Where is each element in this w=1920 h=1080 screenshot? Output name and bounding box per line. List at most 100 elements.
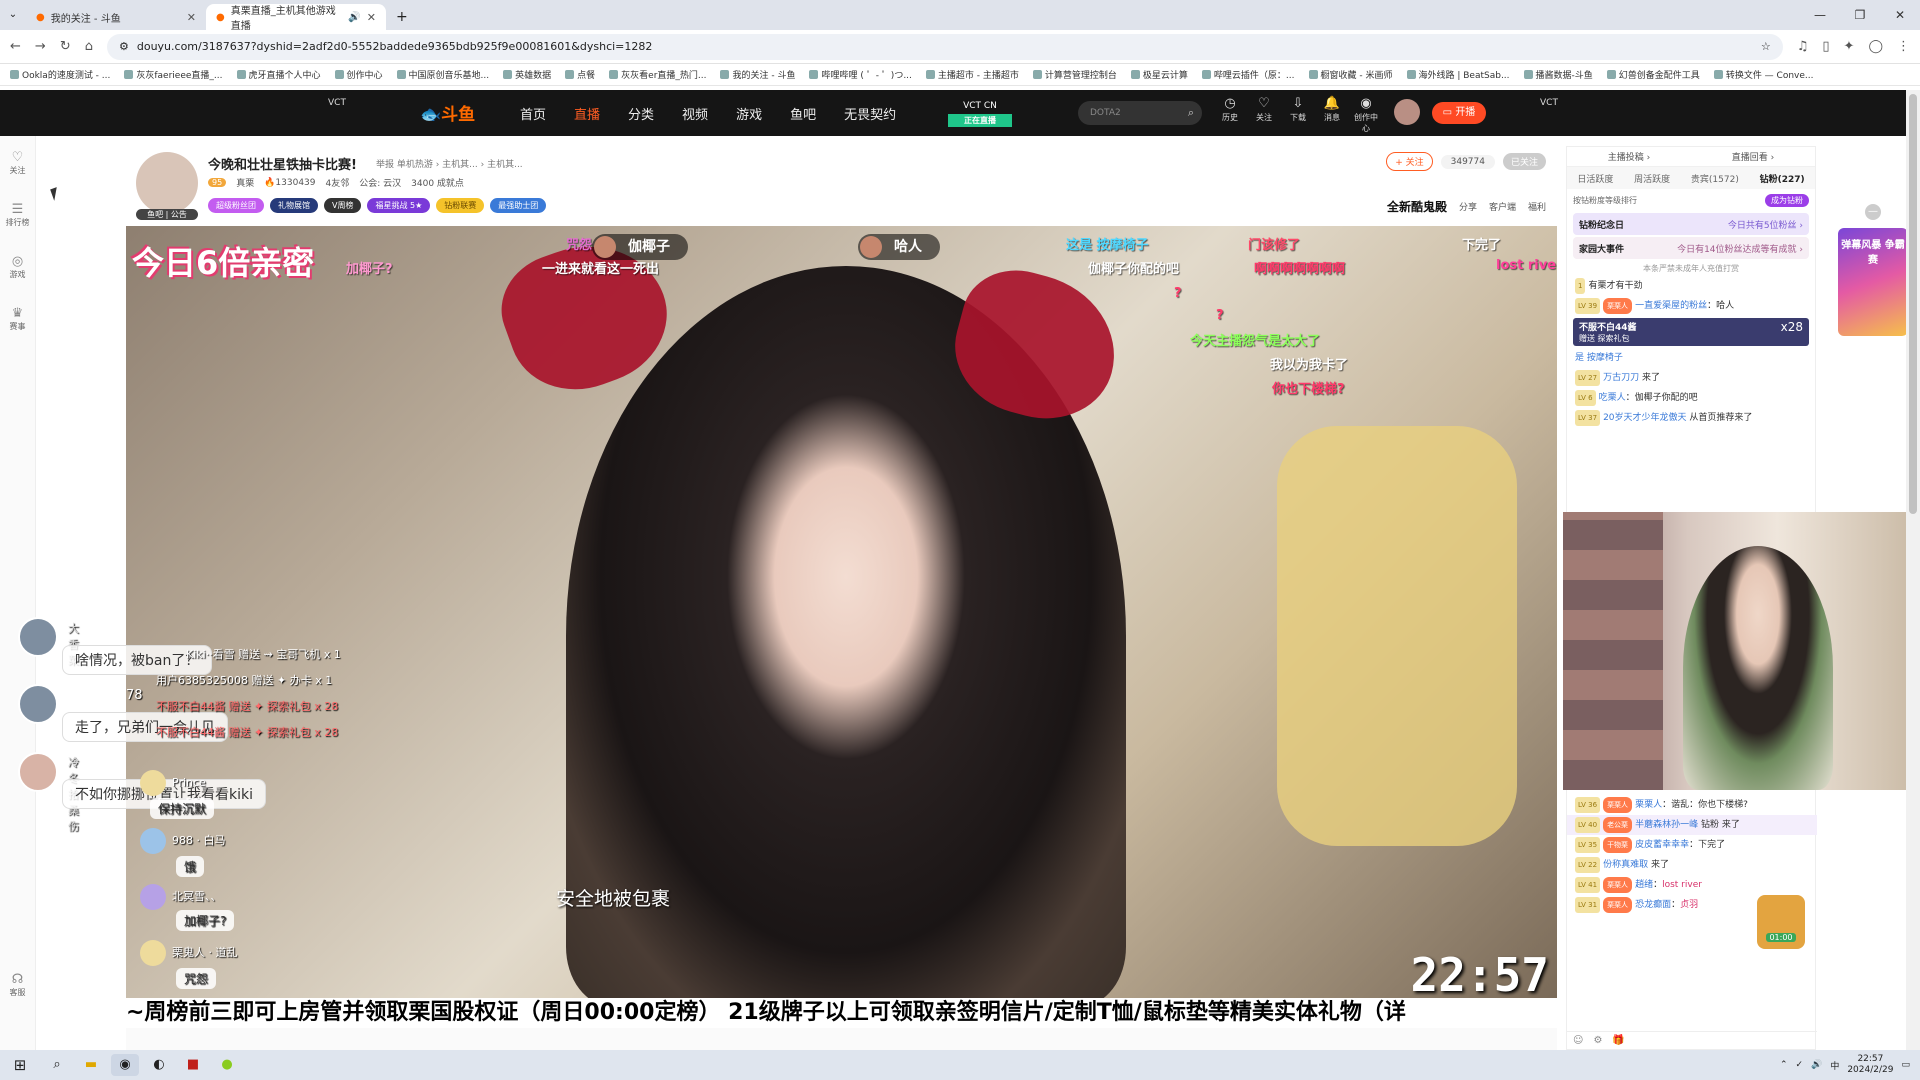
app-lime-icon[interactable]: ● xyxy=(213,1054,241,1076)
tab-vip[interactable]: 贵宾(1572) xyxy=(1691,172,1739,185)
tray-network-icon[interactable]: ✓ xyxy=(1796,1060,1804,1070)
bookmark-item[interactable]: 转换文件 — Conve... xyxy=(1713,68,1813,81)
tab-close-icon[interactable]: ✕ xyxy=(187,11,196,24)
pip-camera[interactable] xyxy=(1563,512,1920,790)
client-button[interactable]: 客户端 xyxy=(1489,200,1516,213)
reload-icon[interactable]: ↻ xyxy=(60,39,71,54)
follow-button[interactable]: + 关注 xyxy=(1386,152,1433,171)
page-scrollbar[interactable] xyxy=(1906,90,1920,1050)
ghost-event-link[interactable]: 全新酷鬼殿 xyxy=(1387,198,1447,215)
nav-valorant[interactable]: 无畏契约 xyxy=(844,104,896,123)
chat-avatar[interactable] xyxy=(18,617,58,657)
tab-my-follow[interactable]: ● 我的关注 - 斗鱼 ✕ xyxy=(26,4,206,30)
tab-live-room[interactable]: ● 真栗直播_主机其他游戏直播 🔊 ✕ xyxy=(206,4,386,32)
bookmark-item[interactable]: 点餐 xyxy=(565,68,595,81)
tab-weekly[interactable]: 周活跃度 xyxy=(1634,172,1670,185)
new-tab-button[interactable]: + xyxy=(386,4,418,30)
chat-avatar[interactable] xyxy=(18,684,58,724)
tab-daily[interactable]: 日活跃度 xyxy=(1577,172,1613,185)
breadcrumb[interactable]: 举报 单机热游 › 主机其... › 主机其... xyxy=(376,157,523,170)
bookmark-item[interactable]: 灰灰faerieee直播_... xyxy=(124,68,223,81)
start-stream-button[interactable]: ▭ 开播 xyxy=(1432,102,1486,124)
video-player[interactable]: 今日6倍亲密 加椰子? 咒怨 一进来就看这一死出 这是 按摩椅子 门该修了 下完… xyxy=(126,226,1557,998)
bookmark-item[interactable]: 虎牙直播个人中心 xyxy=(236,68,321,81)
sidepanel-icon[interactable]: ▯ xyxy=(1822,39,1829,54)
become-diamond-button[interactable]: 成为钻粉 xyxy=(1765,193,1809,207)
media-icon[interactable]: ♫ xyxy=(1797,39,1809,54)
share-button[interactable]: 分享 xyxy=(1459,200,1477,213)
bookmark-star-icon[interactable]: ☆ xyxy=(1761,40,1771,53)
site-info-icon[interactable]: ⚙ xyxy=(119,40,129,53)
bookmark-item[interactable]: 橱窗收藏 - 米画师 xyxy=(1308,68,1393,81)
back-icon[interactable]: ← xyxy=(10,39,21,54)
search-icon[interactable]: ⌕ xyxy=(1188,101,1194,125)
message-button[interactable]: 🔔 消息 xyxy=(1320,96,1344,134)
badge-helper[interactable]: 最强助士团 xyxy=(490,198,547,213)
app-red-icon[interactable]: ■ xyxy=(179,1054,207,1076)
scrollbar-thumb[interactable] xyxy=(1909,94,1917,514)
windows-start-icon[interactable]: ⊞ xyxy=(0,1056,40,1074)
bookmark-item[interactable]: 我的关注 - 斗鱼 xyxy=(720,68,795,81)
extensions-icon[interactable]: ✦ xyxy=(1844,39,1855,54)
gift-bar[interactable] xyxy=(126,1028,1557,1050)
nav-video[interactable]: 视频 xyxy=(682,104,708,123)
bookmark-item[interactable]: 播酱数据-斗鱼 xyxy=(1523,68,1593,81)
badge-weekly[interactable]: V周榜 xyxy=(324,198,362,213)
tray-chevron-icon[interactable]: ⌃ xyxy=(1780,1060,1788,1070)
vct-cn-banner[interactable]: VCT CN 正在直播 xyxy=(948,100,1012,128)
tab-close-icon[interactable]: ✕ xyxy=(367,11,376,24)
profile-icon[interactable]: ◯ xyxy=(1868,39,1883,54)
nav-home[interactable]: 首页 xyxy=(520,104,546,123)
home-icon[interactable]: ⌂ xyxy=(85,39,93,54)
streamer-avatar[interactable]: 鱼吧 | 公告 xyxy=(136,152,198,220)
welfare-button[interactable]: 福利 xyxy=(1528,200,1546,213)
bookmark-item[interactable]: 创作中心 xyxy=(334,68,383,81)
anniversary-card[interactable]: 钻粉纪念日 今日共有5位粉丝 › xyxy=(1573,213,1809,235)
maximize-icon[interactable]: ❐ xyxy=(1840,0,1880,30)
guild-label[interactable]: 公会: 云汉 xyxy=(359,176,401,189)
minimize-icon[interactable]: — xyxy=(1800,0,1840,30)
nav-live[interactable]: 直播 xyxy=(574,104,600,123)
badge-lucky[interactable]: 福星挑战 5★ xyxy=(367,198,431,213)
rail-game[interactable]: ◎ 游戏 xyxy=(0,254,35,280)
file-explorer-icon[interactable]: ▬ xyxy=(77,1054,105,1076)
settings-icon[interactable]: ⚙ xyxy=(1593,1035,1602,1046)
replay-link[interactable]: 直播回看 › xyxy=(1732,150,1774,163)
rail-service[interactable]: ☊ 客服 xyxy=(0,972,35,998)
creator-center-button[interactable]: ◉ 创作中心 xyxy=(1354,96,1378,134)
history-button[interactable]: ◷ 历史 xyxy=(1218,96,1242,134)
bookmark-item[interactable]: 哔哩云插件（原：... xyxy=(1201,68,1295,81)
ad-close-icon[interactable]: — xyxy=(1865,204,1881,220)
bookmark-item[interactable]: 计算营管理控制台 xyxy=(1032,68,1117,81)
tray-volume-icon[interactable]: 🔊 xyxy=(1811,1060,1822,1070)
bookmark-item[interactable]: 哔哩哔哩 ( ゜- ゜)つ... xyxy=(809,68,912,81)
chat-avatar[interactable] xyxy=(18,752,58,792)
url-input[interactable]: ⚙ douyu.com/3187637?dyshid=2adf2d0-5552b… xyxy=(106,33,1783,60)
nav-fishbar[interactable]: 鱼吧 xyxy=(790,104,816,123)
follow-button[interactable]: ♡ 关注 xyxy=(1252,96,1276,134)
emoji-icon[interactable]: ☺ xyxy=(1573,1035,1583,1046)
side-ad-banner[interactable]: 弹幕风暴 争霸赛 xyxy=(1838,228,1908,336)
bookmark-item[interactable]: 极星云计算 xyxy=(1130,68,1188,81)
tab-audio-icon[interactable]: 🔊 xyxy=(348,12,360,23)
tab-list-icon[interactable]: ⌄ xyxy=(0,0,26,30)
treasure-chest-icon[interactable]: 01:00 xyxy=(1757,895,1805,949)
badge-gift-hall[interactable]: 礼物展馆 xyxy=(270,198,318,213)
system-clock[interactable]: 22:57 2024/2/29 xyxy=(1847,1054,1893,1076)
followed-button[interactable]: 已关注 xyxy=(1502,153,1546,170)
bookmark-item[interactable]: 主播超市 - 主播超市 xyxy=(925,68,1019,81)
bookmark-item[interactable]: 幻兽创备金配件工具 xyxy=(1606,68,1700,81)
badge-superfan[interactable]: 超级粉丝团 xyxy=(208,198,264,213)
close-window-icon[interactable]: ✕ xyxy=(1880,0,1920,30)
search-icon[interactable]: ⌕ xyxy=(43,1054,71,1076)
rail-follow[interactable]: ♡ 关注 xyxy=(0,150,35,176)
rail-rank[interactable]: ☰ 排行榜 xyxy=(0,202,35,228)
host-name[interactable]: 真栗 xyxy=(236,176,254,189)
browser-menu-icon[interactable]: ⋮ xyxy=(1897,39,1910,54)
notification-icon[interactable]: ▭ xyxy=(1901,1060,1910,1070)
tab-diamond[interactable]: 钻粉(227) xyxy=(1760,172,1805,185)
bookmark-item[interactable]: Ookla的速度测试 - ... xyxy=(10,68,110,81)
ime-indicator[interactable]: 中 xyxy=(1830,1059,1839,1072)
douyu-logo[interactable]: 🐟斗鱼 xyxy=(420,100,475,125)
download-button[interactable]: ⇩ 下载 xyxy=(1286,96,1310,134)
